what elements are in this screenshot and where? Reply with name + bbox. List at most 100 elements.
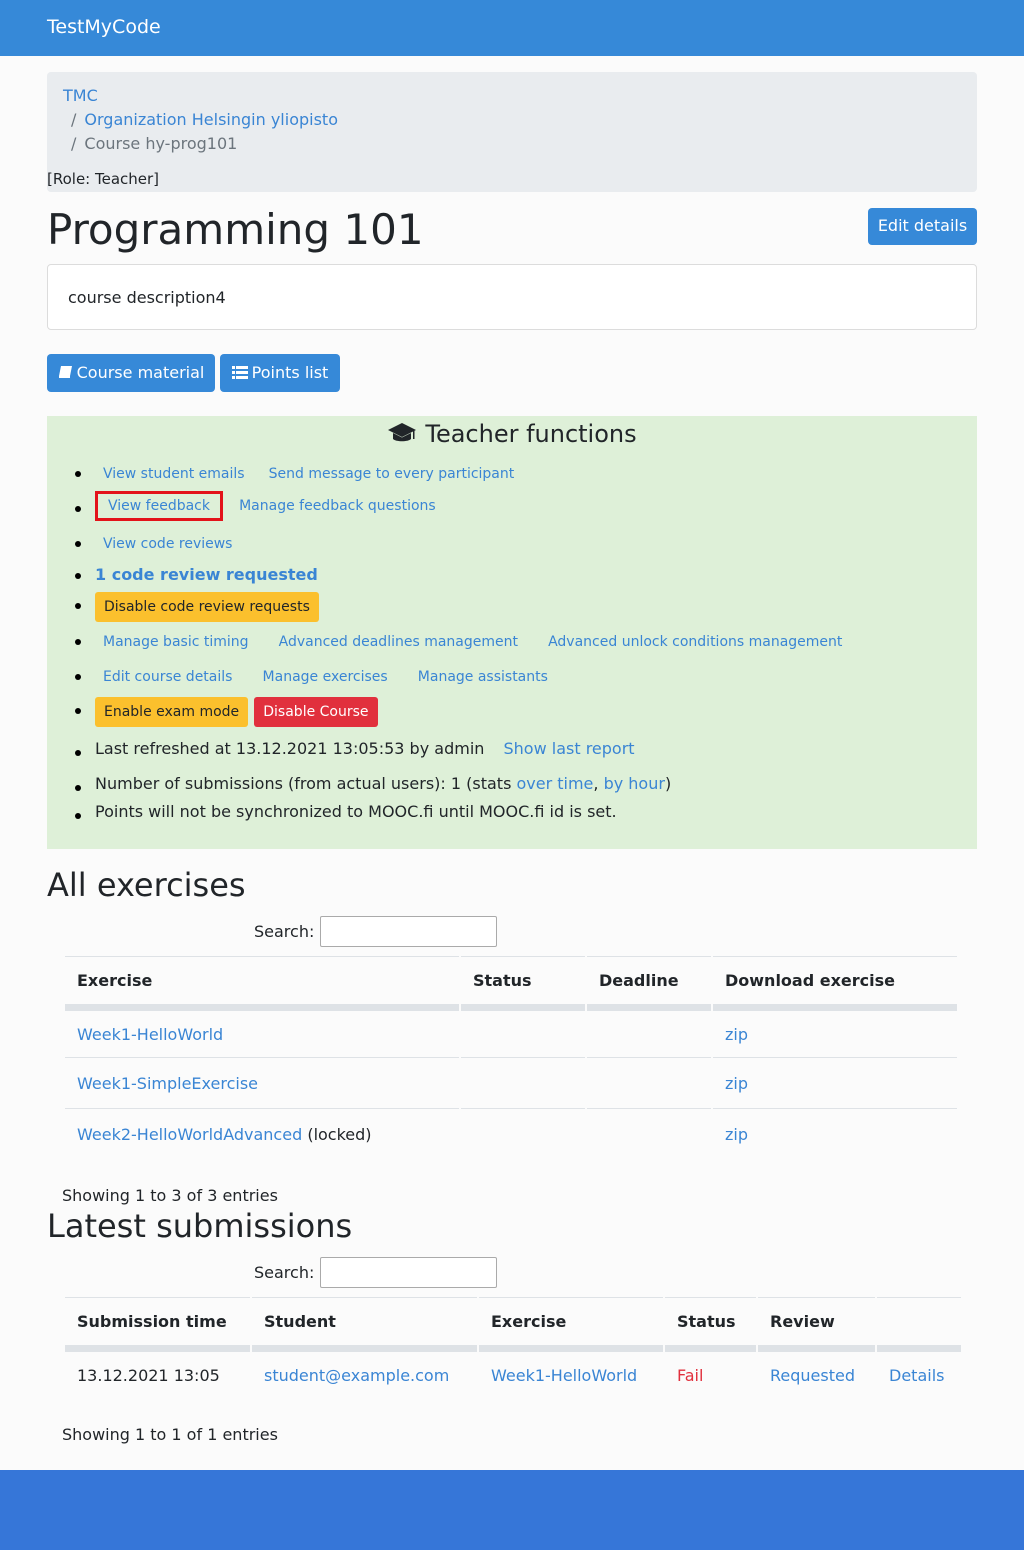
show-last-report-link[interactable]: Show last report: [504, 739, 635, 758]
student-cell: student@example.com: [252, 1347, 477, 1398]
exercise-link[interactable]: Week2-HelloWorldAdvanced: [77, 1125, 302, 1144]
manage-feedback-questions-link[interactable]: Manage feedback questions: [231, 492, 444, 520]
download-cell: zip: [713, 1057, 957, 1108]
status-cell: [461, 1057, 585, 1108]
column-header-deadline[interactable]: Deadline: [587, 956, 711, 1006]
page-title: Programming 101: [47, 205, 424, 254]
deadline-cell: [587, 1057, 711, 1108]
mooc-note-text: Points will not be synchronized to MOOC.…: [95, 802, 617, 821]
bullet: [75, 750, 81, 756]
stats-close-paren: ): [664, 774, 672, 793]
breadcrumb: TMC / Organization Helsingin yliopisto / C…: [47, 72, 977, 192]
exercise-suffix: (locked): [302, 1124, 372, 1144]
disable-code-review-requests-button[interactable]: Disable code review requests: [95, 592, 319, 622]
exercises-search-input[interactable]: [320, 916, 497, 947]
breadcrumb-separator: /: [71, 134, 77, 153]
code-review-requested-link[interactable]: 1 code review requested: [95, 565, 318, 584]
teacher-functions-title: Teacher functions: [425, 420, 637, 448]
exercise-cell: Week1-SimpleExercise: [65, 1057, 459, 1108]
stats-separator: ,: [593, 774, 604, 793]
course-material-button[interactable]: Course material: [47, 354, 215, 392]
exercise-link[interactable]: Week1-HelloWorld: [491, 1366, 637, 1385]
status-cell: [461, 1108, 585, 1159]
breadcrumb-tmc[interactable]: TMC: [63, 86, 98, 105]
teacher-functions-panel: Teacher functions View student emails Se…: [47, 416, 977, 849]
edit-course-details-link[interactable]: Edit course details: [95, 663, 240, 691]
column-header-exercise[interactable]: Exercise: [479, 1297, 663, 1347]
table-row: Week1-HelloWorld zip: [65, 1006, 957, 1057]
stats-by-hour-link[interactable]: by hour: [604, 774, 665, 793]
bullet: [75, 674, 81, 680]
manage-exercises-link[interactable]: Manage exercises: [255, 663, 396, 691]
brand-link[interactable]: TestMyCode: [47, 16, 161, 38]
bullet: [75, 541, 81, 547]
stats-over-time-link[interactable]: over time: [516, 774, 593, 793]
breadcrumb-separator: /: [71, 110, 77, 129]
last-refreshed-text: Last refreshed at 13.12.2021 13:05:53 by…: [95, 739, 485, 758]
breadcrumb-organization: / Organization Helsingin yliopisto: [71, 110, 338, 129]
bullet: [75, 785, 81, 791]
bullet: [75, 813, 81, 819]
status-cell: Fail: [665, 1347, 756, 1398]
view-code-reviews-link[interactable]: View code reviews: [95, 530, 240, 558]
submissions-count-text: Number of submissions (from actual users…: [95, 774, 517, 793]
exercise-cell: Week1-HelloWorld: [65, 1006, 459, 1057]
column-header-status[interactable]: Status: [461, 956, 585, 1006]
column-header-review[interactable]: Review: [758, 1297, 875, 1347]
download-zip-link[interactable]: zip: [725, 1125, 748, 1144]
teacher-functions-heading: Teacher functions: [47, 420, 977, 448]
review-cell: Requested: [758, 1347, 875, 1398]
column-header-download[interactable]: Download exercise: [713, 956, 957, 1006]
exercises-search: Search:: [254, 916, 497, 947]
exercises-showing-info: Showing 1 to 3 of 3 entries: [62, 1186, 278, 1205]
deadline-cell: [587, 1006, 711, 1057]
disable-course-button[interactable]: Disable Course: [254, 697, 378, 727]
bullet: [75, 506, 81, 512]
column-header-student[interactable]: Student: [252, 1297, 477, 1347]
exercise-link[interactable]: Week1-SimpleExercise: [77, 1074, 258, 1093]
exercises-table: Exercise Status Deadline Download exerci…: [63, 956, 959, 1159]
breadcrumb-course-label: Course hy-prog101: [84, 134, 238, 153]
points-list-label: Points list: [251, 363, 329, 382]
send-message-link[interactable]: Send message to every participant: [261, 460, 523, 488]
details-link[interactable]: Details: [889, 1366, 944, 1385]
submissions-search-input[interactable]: [320, 1257, 497, 1288]
exercise-link[interactable]: Week1-HelloWorld: [77, 1025, 223, 1044]
edit-details-button[interactable]: Edit details: [868, 208, 977, 245]
column-header-submission-time[interactable]: Submission time: [65, 1297, 250, 1347]
manage-basic-timing-link[interactable]: Manage basic timing: [95, 628, 257, 656]
bullet: [75, 708, 81, 714]
role-label: [Role: Teacher]: [47, 170, 160, 188]
exercise-cell: Week2-HelloWorldAdvanced (locked): [65, 1108, 459, 1159]
student-link[interactable]: student@example.com: [264, 1366, 449, 1385]
deadline-cell: [587, 1108, 711, 1159]
exercises-search-label: Search:: [254, 922, 315, 941]
breadcrumb-organization-link[interactable]: Organization Helsingin yliopisto: [84, 110, 338, 129]
download-zip-link[interactable]: zip: [725, 1074, 748, 1093]
review-requested-link[interactable]: Requested: [770, 1366, 855, 1385]
page-footer: [0, 1470, 1024, 1550]
table-row: 13.12.2021 13:05 student@example.com Wee…: [65, 1347, 961, 1398]
table-row: Week2-HelloWorldAdvanced (locked) zip: [65, 1108, 957, 1159]
view-student-emails-link[interactable]: View student emails: [95, 460, 253, 488]
column-header-exercise[interactable]: Exercise: [65, 956, 459, 1006]
course-material-label: Course material: [76, 363, 205, 382]
top-navbar: TestMyCode: [0, 0, 1024, 56]
bullet: [75, 639, 81, 645]
view-feedback-link[interactable]: View feedback: [95, 491, 223, 521]
points-list-button[interactable]: Points list: [220, 354, 340, 392]
download-zip-link[interactable]: zip: [725, 1025, 748, 1044]
download-cell: zip: [713, 1108, 957, 1159]
manage-assistants-link[interactable]: Manage assistants: [410, 663, 556, 691]
submission-time-cell: 13.12.2021 13:05: [65, 1347, 250, 1398]
bullet: [75, 471, 81, 477]
latest-submissions-heading: Latest submissions: [47, 1207, 353, 1245]
exercises-header-row: Exercise Status Deadline Download exerci…: [65, 956, 957, 1006]
submissions-showing-info: Showing 1 to 1 of 1 entries: [62, 1425, 278, 1444]
column-header-status[interactable]: Status: [665, 1297, 756, 1347]
advanced-unlock-link[interactable]: Advanced unlock conditions management: [540, 628, 850, 656]
advanced-deadlines-link[interactable]: Advanced deadlines management: [271, 628, 526, 656]
submissions-table: Submission time Student Exercise Status …: [63, 1297, 963, 1398]
course-description: course description4: [68, 288, 226, 307]
enable-exam-mode-button[interactable]: Enable exam mode: [95, 697, 249, 727]
